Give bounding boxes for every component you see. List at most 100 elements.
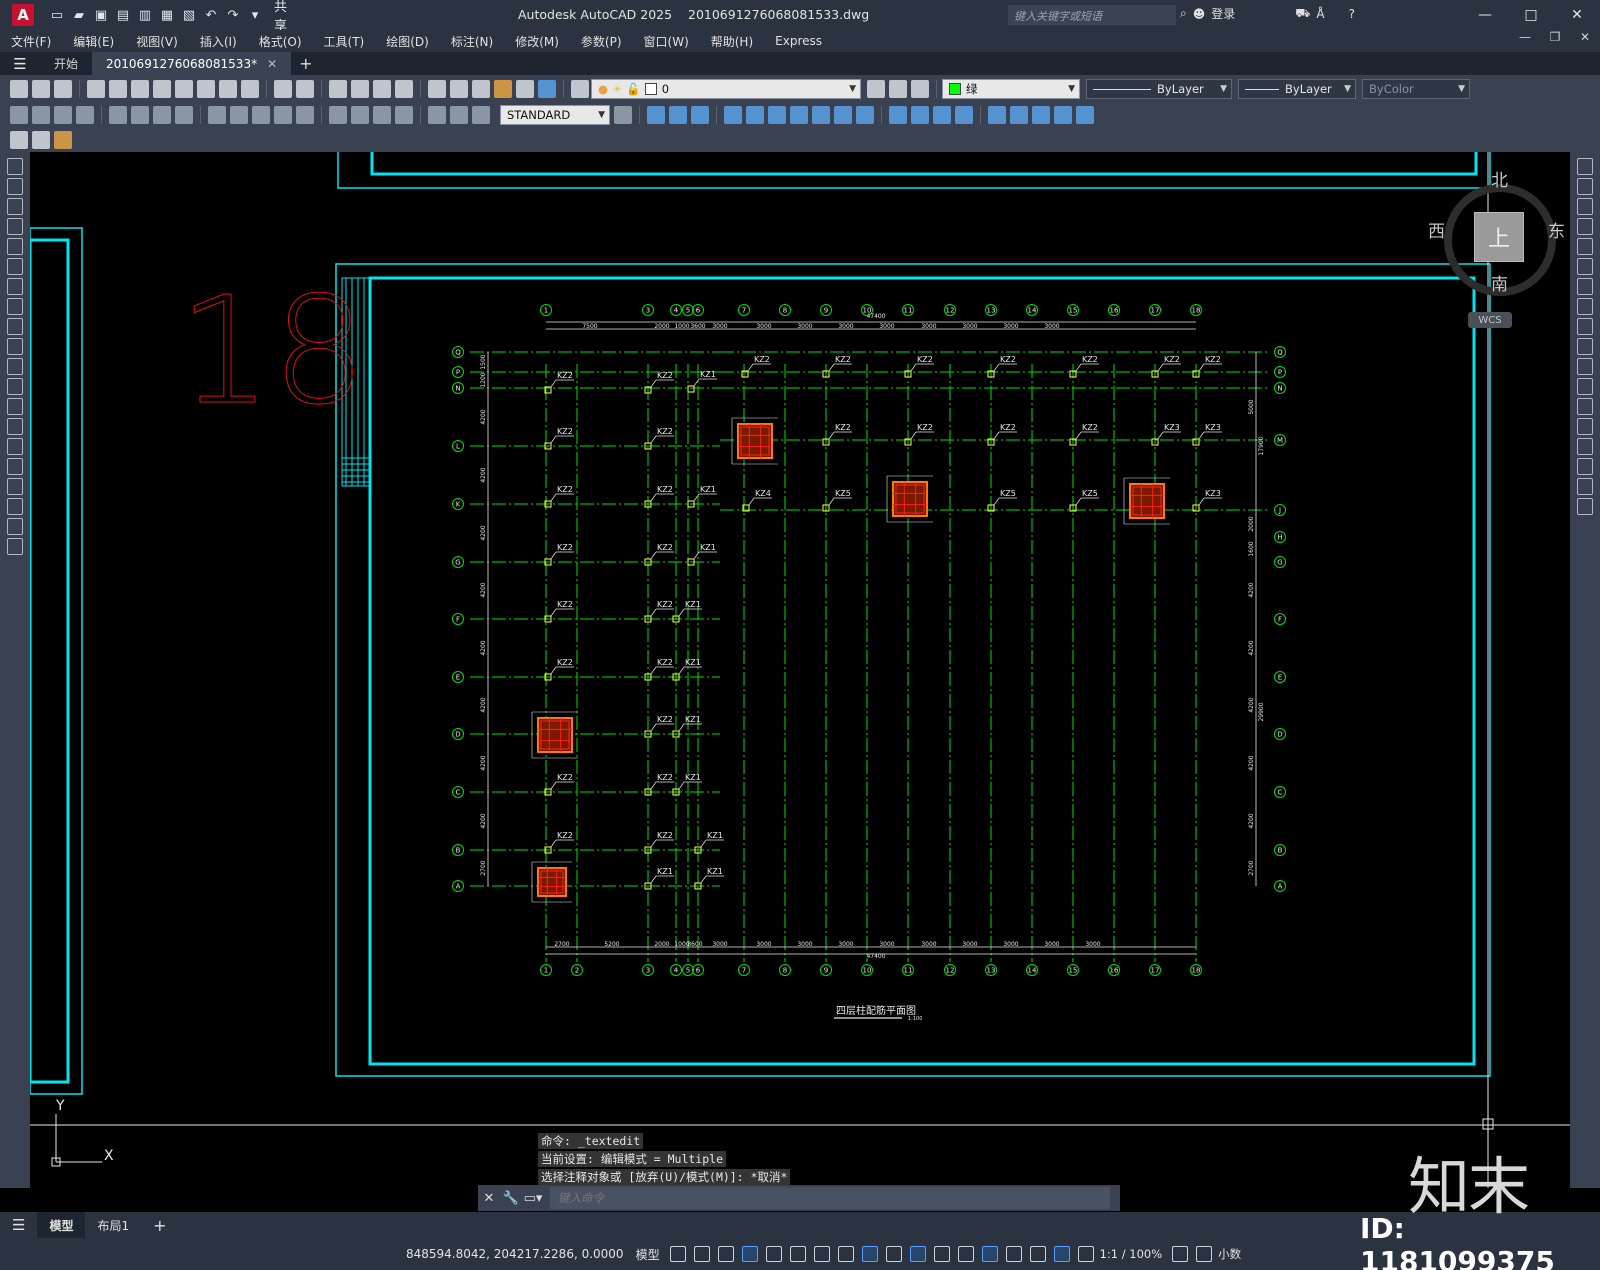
- copy-object-icon[interactable]: [1577, 178, 1593, 195]
- maximize-icon[interactable]: □: [1508, 0, 1554, 30]
- circle-icon[interactable]: [7, 278, 23, 295]
- extrude-icon[interactable]: [724, 106, 742, 124]
- search-input[interactable]: 键入关键字或短语: [1008, 5, 1176, 25]
- viewcube-top-face[interactable]: 上: [1474, 212, 1524, 262]
- insert-block-icon[interactable]: [7, 378, 23, 395]
- annotation-visibility-icon[interactable]: [1053, 1246, 1070, 1262]
- ortho-icon[interactable]: [765, 1246, 782, 1262]
- customize-qa-icon[interactable]: ▾: [246, 6, 264, 24]
- preview-icon[interactable]: [109, 80, 127, 98]
- jogged-linear-icon[interactable]: [395, 106, 413, 124]
- extend-icon[interactable]: [1577, 358, 1593, 375]
- add-layout-icon[interactable]: +: [141, 1212, 178, 1238]
- markup-icon[interactable]: [494, 80, 512, 98]
- publish-icon[interactable]: ▦: [158, 6, 176, 24]
- color-dropdown[interactable]: 绿 ▼: [942, 79, 1080, 99]
- sheet-set-icon[interactable]: ▥: [136, 6, 154, 24]
- annotation-monitor-icon[interactable]: [1196, 1246, 1213, 1262]
- menu-parametric[interactable]: 参数(P): [570, 33, 633, 50]
- dynamic-input-icon[interactable]: [741, 1246, 758, 1262]
- box-icon[interactable]: [647, 106, 665, 124]
- coordinate-readout[interactable]: 848594.8042, 204217.2286, 0.0000: [406, 1247, 624, 1261]
- open-icon[interactable]: [32, 80, 50, 98]
- design-center-icon[interactable]: [450, 80, 468, 98]
- plotstyle-dropdown[interactable]: ByColor ▼: [1362, 79, 1470, 99]
- blend-icon[interactable]: [1577, 478, 1593, 495]
- tab-close-icon[interactable]: ✕: [267, 57, 277, 71]
- dim-arc-icon[interactable]: [54, 106, 72, 124]
- explode-icon[interactable]: [1577, 498, 1593, 515]
- polyline-icon[interactable]: [7, 198, 23, 215]
- doc-minimize-icon[interactable]: —: [1510, 30, 1540, 44]
- help-tb-icon[interactable]: [538, 80, 556, 98]
- menu-dimension[interactable]: 标注(N): [440, 33, 504, 50]
- loft-icon[interactable]: [790, 106, 808, 124]
- compass-west[interactable]: 西: [1428, 217, 1445, 242]
- paste-icon[interactable]: [197, 80, 215, 98]
- snap-icon[interactable]: [693, 1246, 710, 1262]
- layer-properties-icon[interactable]: [571, 80, 589, 98]
- cut-icon[interactable]: [153, 80, 171, 98]
- union-icon[interactable]: [812, 106, 830, 124]
- menu-file[interactable]: 文件(F): [0, 33, 62, 50]
- drawing-viewport[interactable]: 18 7500 2000 1000 3600 3000 3000 3000 3000 3000 30…: [30, 152, 1570, 1188]
- menu-help[interactable]: 帮助(H): [700, 33, 764, 50]
- mirror-icon[interactable]: [1577, 198, 1593, 215]
- dim-text-edit-icon[interactable]: [450, 106, 468, 124]
- calculator-icon[interactable]: [516, 80, 534, 98]
- save-icon[interactable]: ▣: [92, 6, 110, 24]
- menu-modify[interactable]: 修改(M): [504, 33, 570, 50]
- publish-icon-2[interactable]: [131, 80, 149, 98]
- section-icon[interactable]: [911, 106, 929, 124]
- gizmo-icon[interactable]: [1029, 1246, 1046, 1262]
- tool-palettes-icon[interactable]: [472, 80, 490, 98]
- redo-icon[interactable]: ↷: [224, 6, 242, 24]
- zoom-realtime-icon[interactable]: [351, 80, 369, 98]
- layer-previous-icon[interactable]: [889, 80, 907, 98]
- cone-icon[interactable]: [691, 106, 709, 124]
- wedge-icon[interactable]: [669, 106, 687, 124]
- transparency-icon[interactable]: [909, 1246, 926, 1262]
- matchprop-icon[interactable]: [219, 80, 237, 98]
- menu-insert[interactable]: 插入(I): [189, 33, 248, 50]
- close-icon[interactable]: ✕: [1554, 0, 1600, 30]
- join-icon[interactable]: [1577, 418, 1593, 435]
- wcs-menu[interactable]: WCS: [1468, 312, 1512, 328]
- dim-radius-icon[interactable]: [109, 106, 127, 124]
- tolerance-icon[interactable]: [329, 106, 347, 124]
- units-display[interactable]: 小数: [1218, 1246, 1241, 1262]
- spline-icon[interactable]: [7, 318, 23, 335]
- pan-icon[interactable]: [329, 80, 347, 98]
- dim-update-icon[interactable]: [472, 106, 490, 124]
- line-icon[interactable]: [7, 158, 23, 175]
- extract-edges-icon[interactable]: [1010, 106, 1028, 124]
- dim-ordinate-icon[interactable]: [76, 106, 94, 124]
- mtext-icon[interactable]: [7, 518, 23, 535]
- open-folder-icon[interactable]: ▰: [70, 6, 88, 24]
- scale-icon[interactable]: [1577, 298, 1593, 315]
- layer-state-icon[interactable]: [911, 80, 929, 98]
- search-icon[interactable]: ⌕: [1180, 6, 1187, 21]
- new-tab-icon[interactable]: +: [299, 54, 312, 73]
- autodesk-icon[interactable]: Å: [1316, 7, 1324, 21]
- ellipse-icon[interactable]: [7, 338, 23, 355]
- compass-east[interactable]: 东: [1548, 217, 1565, 242]
- properties-icon[interactable]: [428, 80, 446, 98]
- dim-jogged-icon[interactable]: [131, 106, 149, 124]
- help-icon[interactable]: ?: [1349, 7, 1355, 21]
- break-icon[interactable]: [1577, 398, 1593, 415]
- zoom-previous-icon[interactable]: [395, 80, 413, 98]
- annotation-scale[interactable]: 1:1 / 100%: [1100, 1247, 1163, 1261]
- minimize-icon[interactable]: —: [1462, 0, 1508, 30]
- menu-express[interactable]: Express: [764, 34, 833, 48]
- separate-icon[interactable]: [1054, 106, 1072, 124]
- subtract-icon[interactable]: [834, 106, 852, 124]
- model-space-toggle[interactable]: 模型: [636, 1246, 660, 1263]
- menu-view[interactable]: 视图(V): [125, 33, 189, 50]
- table-insert-icon[interactable]: [10, 131, 28, 149]
- presspull-icon[interactable]: [988, 106, 1006, 124]
- slice-icon[interactable]: [889, 106, 907, 124]
- command-input[interactable]: [550, 1187, 1110, 1209]
- menu-edit[interactable]: 编辑(E): [62, 33, 125, 50]
- dim-aligned-icon[interactable]: [32, 106, 50, 124]
